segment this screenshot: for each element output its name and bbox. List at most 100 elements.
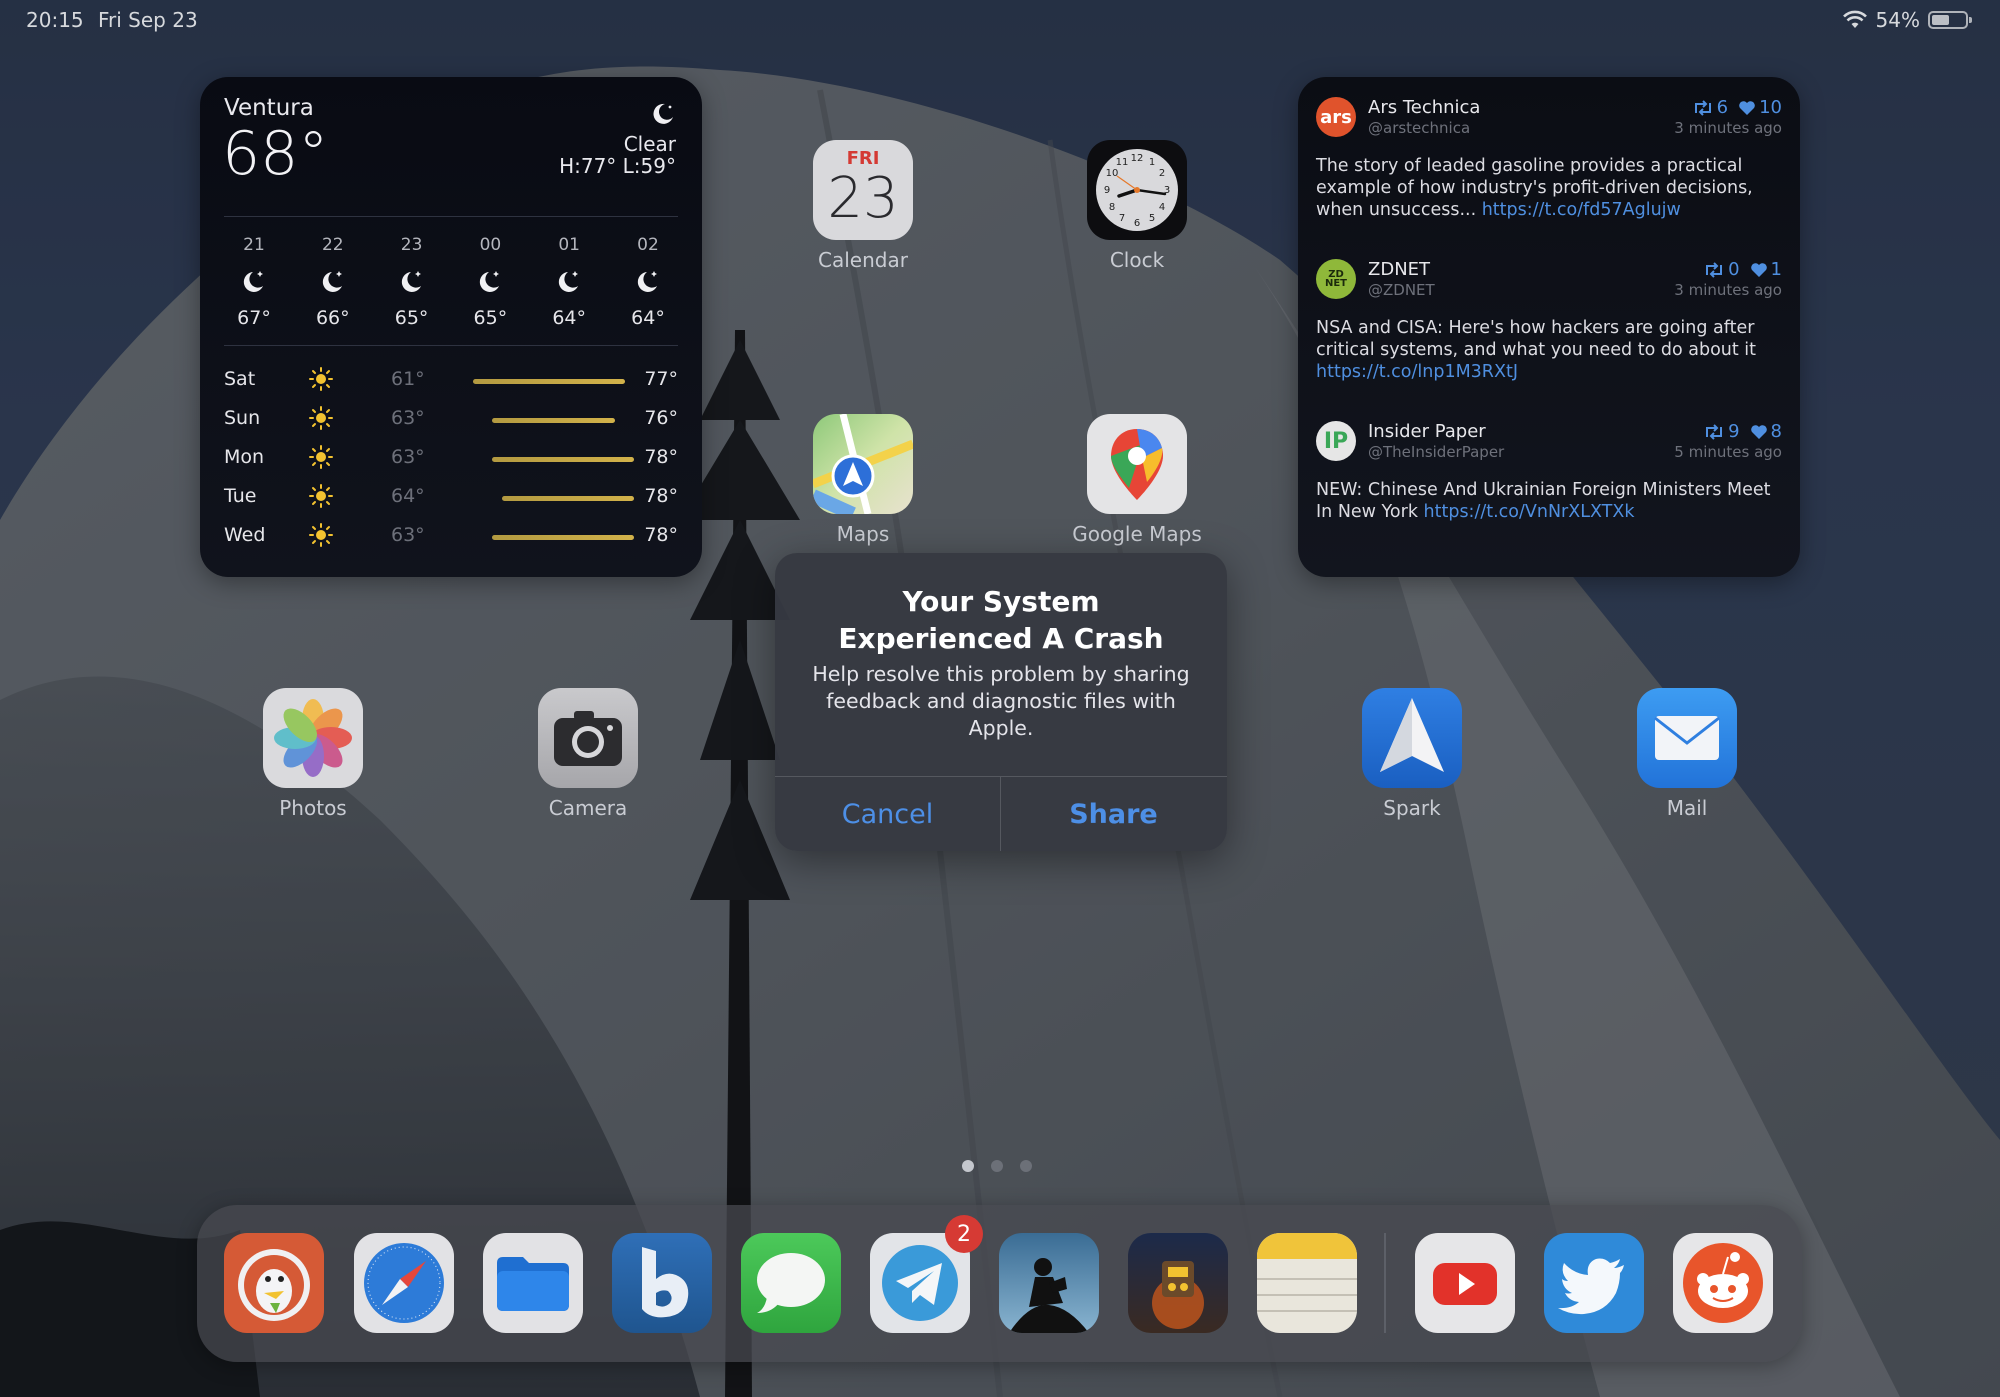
day-name: Wed bbox=[224, 524, 266, 546]
tweet-link[interactable]: https://t.co/fd57Aglujw bbox=[1482, 200, 1681, 220]
day-low: 63° bbox=[391, 407, 425, 429]
dock-app-safari[interactable] bbox=[354, 1233, 454, 1333]
daily-row: Tue 64° 78° bbox=[224, 477, 678, 516]
page-dot[interactable] bbox=[1020, 1160, 1032, 1172]
app-calendar[interactable]: FRI 23 Calendar bbox=[812, 140, 914, 272]
hour-label: 02 bbox=[637, 235, 659, 255]
crash-alert-dialog: Your System Experienced A Crash Help res… bbox=[775, 553, 1227, 851]
app-mail[interactable]: Mail bbox=[1636, 688, 1738, 820]
play-icon bbox=[1433, 1263, 1497, 1305]
safari-compass-icon bbox=[364, 1243, 444, 1323]
tweet-text: NEW: Chinese And Ukrainian Foreign Minis… bbox=[1316, 480, 1771, 522]
retweet-icon bbox=[1694, 99, 1711, 116]
page-dot[interactable] bbox=[962, 1160, 974, 1172]
clock-numeral: 1 bbox=[1149, 157, 1155, 168]
reddit-alien-icon bbox=[1683, 1243, 1763, 1323]
sun-icon bbox=[309, 367, 333, 391]
daily-row: Sun 63° 76° bbox=[224, 399, 678, 438]
moon-stars-icon bbox=[637, 271, 657, 292]
tweet-handle: @TheInsiderPaper bbox=[1368, 443, 1505, 461]
tweet-item[interactable]: ZD NET ZDNET @ZDNET 0 1 3 minutes ago NS… bbox=[1316, 259, 1782, 399]
retweet-count: 9 bbox=[1703, 421, 1740, 442]
app-spark[interactable]: Spark bbox=[1361, 688, 1463, 820]
dock-app-duckduckgo[interactable] bbox=[224, 1233, 324, 1333]
mail-icon bbox=[1637, 688, 1737, 788]
dock-app-reddit[interactable] bbox=[1673, 1233, 1773, 1333]
retweet-icon bbox=[1706, 423, 1723, 440]
heart-icon bbox=[1750, 424, 1767, 439]
moon-stars-icon bbox=[559, 271, 579, 292]
tweet-handle: @arstechnica bbox=[1368, 119, 1471, 137]
tweet-link[interactable]: https://t.co/lnp1M3RXtJ bbox=[1316, 362, 1518, 382]
google-maps-pin bbox=[1111, 429, 1163, 500]
hourly-item: 23 65° bbox=[382, 235, 442, 329]
clock-numeral: 5 bbox=[1149, 213, 1155, 224]
moon-stars-icon bbox=[322, 271, 342, 292]
dock-app-messages[interactable] bbox=[741, 1233, 841, 1333]
day-high: 77° bbox=[644, 368, 678, 390]
dock-app-bing[interactable] bbox=[612, 1233, 712, 1333]
tweet-author: Ars Technica bbox=[1368, 97, 1481, 118]
app-label: Maps bbox=[836, 522, 890, 546]
dock-app-files[interactable] bbox=[483, 1233, 583, 1333]
tweet-stats: 9 8 bbox=[1703, 421, 1782, 442]
dock-app-kindle[interactable] bbox=[999, 1233, 1099, 1333]
like-count: 8 bbox=[1750, 421, 1782, 442]
tweet-item[interactable]: ars Ars Technica @arstechnica 6 10 3 min… bbox=[1316, 97, 1782, 237]
reader-icon bbox=[1009, 1258, 1089, 1333]
bird-icon bbox=[1558, 1258, 1624, 1315]
maps-icon bbox=[813, 414, 913, 514]
mail-envelope bbox=[1654, 716, 1720, 760]
notes-icon bbox=[1257, 1233, 1357, 1312]
hourly-item: 00 65° bbox=[460, 235, 520, 329]
retweet-count: 6 bbox=[1692, 97, 1728, 118]
dock-app-game[interactable] bbox=[1128, 1233, 1228, 1333]
weather-widget[interactable]: Ventura 68° Clear H:77° L:59° 21 67° 22 … bbox=[200, 77, 702, 577]
sun-icon bbox=[309, 406, 333, 430]
app-clock[interactable]: 12 1 2 3 4 5 6 7 8 9 10 11 Clock bbox=[1086, 140, 1188, 272]
twitter-widget[interactable]: ars Ars Technica @arstechnica 6 10 3 min… bbox=[1298, 77, 1800, 577]
dock-app-twitter[interactable] bbox=[1544, 1233, 1644, 1333]
clock-numeral: 11 bbox=[1116, 157, 1129, 168]
hourly-item: 01 64° bbox=[539, 235, 599, 329]
clock-numeral: 9 bbox=[1104, 185, 1110, 196]
moon-stars-icon bbox=[243, 271, 263, 292]
retweet-icon bbox=[1706, 261, 1723, 278]
app-camera[interactable]: Camera bbox=[537, 688, 639, 820]
temp-range-bar bbox=[473, 379, 625, 384]
hour-temp: 65° bbox=[394, 307, 429, 329]
wifi-icon bbox=[1842, 10, 1867, 28]
spark-plane bbox=[1380, 698, 1444, 772]
day-low: 64° bbox=[391, 485, 425, 507]
sun-icon bbox=[309, 484, 333, 508]
dock-app-notes[interactable] bbox=[1257, 1233, 1357, 1333]
app-google-maps[interactable]: Google Maps bbox=[1072, 414, 1202, 546]
google-maps-icon bbox=[1087, 414, 1187, 514]
page-dot[interactable] bbox=[991, 1160, 1003, 1172]
battery-percent: 54% bbox=[1875, 8, 1920, 32]
hourly-item: 22 66° bbox=[303, 235, 363, 329]
app-label: Google Maps bbox=[1072, 522, 1202, 546]
camera-icon bbox=[538, 688, 638, 788]
app-photos[interactable]: Photos bbox=[262, 688, 364, 820]
tweet-link[interactable]: https://t.co/VnNrXLXTXk bbox=[1424, 502, 1635, 522]
weather-temperature: 68° bbox=[222, 119, 329, 189]
sun-icon bbox=[309, 523, 333, 547]
cancel-button[interactable]: Cancel bbox=[775, 777, 1000, 851]
hour-label: 00 bbox=[479, 235, 502, 255]
like-count: 10 bbox=[1738, 97, 1782, 118]
app-maps[interactable]: Maps bbox=[812, 414, 914, 546]
tweet-time: 5 minutes ago bbox=[1674, 443, 1782, 461]
day-high: 78° bbox=[644, 524, 678, 546]
share-button[interactable]: Share bbox=[1001, 777, 1226, 851]
page-indicator[interactable] bbox=[962, 1160, 1032, 1172]
daily-row: Sat 61° 77° bbox=[224, 360, 678, 399]
clock-numeral: 7 bbox=[1119, 213, 1125, 224]
camera-graphic bbox=[554, 711, 622, 766]
tweet-item[interactable]: IP Insider Paper @TheInsiderPaper 9 8 5 … bbox=[1316, 421, 1782, 561]
dock-app-youtube[interactable] bbox=[1415, 1233, 1515, 1333]
day-high: 78° bbox=[644, 485, 678, 507]
clock-face: 12 1 2 3 4 5 6 7 8 9 10 11 bbox=[1096, 149, 1178, 231]
notification-badge: 2 bbox=[945, 1215, 983, 1253]
dock: 2 bbox=[197, 1205, 1802, 1362]
